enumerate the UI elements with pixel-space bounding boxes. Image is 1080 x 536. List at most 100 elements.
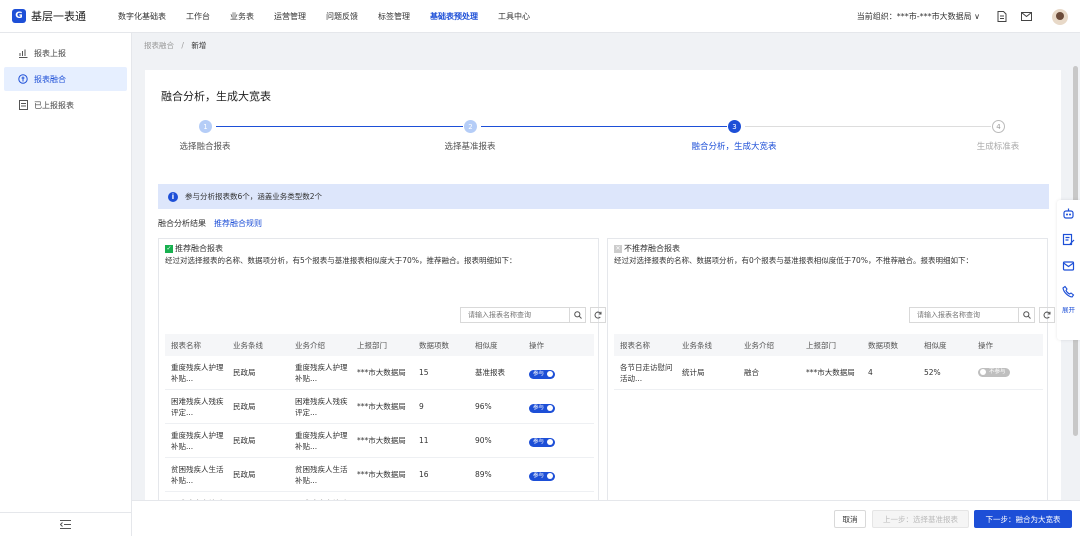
sidebar: 报表上报报表融合已上报报表 bbox=[0, 33, 132, 536]
topnav-item[interactable]: 数字化基础表 bbox=[108, 0, 176, 33]
report-name[interactable]: 重度残疾人护理补贴... bbox=[171, 362, 227, 384]
participate-toggle[interactable]: 参与 bbox=[529, 471, 556, 481]
edit-icon[interactable] bbox=[1057, 226, 1080, 252]
report-name[interactable]: 重度残疾人护理补贴... bbox=[171, 430, 227, 452]
message-icon[interactable] bbox=[1057, 252, 1080, 278]
recommend-rule-link[interactable]: 推荐融合规则 bbox=[214, 218, 262, 229]
search-icon[interactable] bbox=[1019, 307, 1035, 323]
data-item-count: 11 bbox=[419, 436, 429, 445]
report-dept: ***市大数据局 bbox=[357, 470, 406, 479]
step-number: 1 bbox=[199, 120, 212, 133]
top-bar: G 基层一表通 数字化基础表 工作台 业务表 运营管理 问题反馈 标签管理 基础表预处理 工具… bbox=[0, 0, 1080, 33]
participate-toggle[interactable]: 参与 bbox=[529, 437, 556, 447]
topnav-item[interactable]: 工具中心 bbox=[488, 0, 540, 33]
column-header: 业务条线 bbox=[682, 340, 712, 350]
column-header: 相似度 bbox=[475, 340, 498, 350]
business-line: 民政局 bbox=[233, 436, 256, 445]
report-dept: ***市大数据局 bbox=[357, 402, 406, 411]
sidebar-collapse-button[interactable] bbox=[0, 512, 131, 536]
result-row: 融合分析结果 推荐融合规则 bbox=[158, 218, 262, 229]
column-header: 报表名称 bbox=[171, 340, 201, 350]
footer-bar: 取消 上一步：选择基准报表 下一步：融合为大宽表 bbox=[132, 500, 1080, 536]
sidebar-item-label: 报表融合 bbox=[34, 74, 66, 84]
page-title: 融合分析，生成大宽表 bbox=[161, 90, 271, 103]
topnav-item[interactable]: 问题反馈 bbox=[316, 0, 368, 33]
business-intro: 困难残疾人残疾评定... bbox=[295, 396, 348, 417]
search-box bbox=[909, 307, 1055, 323]
column-header: 业务介绍 bbox=[295, 340, 325, 350]
business-intro: 贫困残疾人生活补贴... bbox=[295, 464, 348, 485]
search-input[interactable] bbox=[460, 307, 570, 323]
panel-description: 经过对选择报表的名称、数据项分析，有5个报表与基准报表相似度大于70%，推荐融合… bbox=[165, 256, 517, 265]
expand-label[interactable]: 展开 bbox=[1057, 304, 1080, 314]
sidebar-item[interactable]: 报表融合 bbox=[4, 67, 127, 91]
topnav-item[interactable]: 标签管理 bbox=[368, 0, 420, 33]
topnav-item[interactable]: 运营管理 bbox=[264, 0, 316, 33]
similarity: 90% bbox=[475, 436, 492, 445]
org-label: 当前组织：***市-***市大数据局 bbox=[856, 12, 972, 21]
report-name[interactable]: 各节日走访慰问活动... bbox=[620, 362, 676, 384]
business-line: 民政局 bbox=[233, 402, 256, 411]
report-dept: ***市大数据局 bbox=[357, 368, 406, 377]
column-header: 业务条线 bbox=[233, 340, 263, 350]
not-recommended-panel: ✕ 不推荐融合报表 经过对选择报表的名称、数据项分析，有0个报表与基准报表相似度低于… bbox=[607, 238, 1055, 500]
document-icon[interactable] bbox=[996, 11, 1008, 23]
bar-chart-icon bbox=[18, 48, 28, 58]
step-label: 选择基准报表 bbox=[444, 142, 496, 152]
participate-toggle[interactable]: 参与 bbox=[529, 403, 556, 413]
refresh-icon[interactable] bbox=[590, 307, 606, 323]
column-header: 业务介绍 bbox=[744, 340, 774, 350]
toggle-knob bbox=[980, 369, 986, 375]
table-row: 困难残疾人残疾评定... 民政局 困难残疾人残疾评定... ***市大数据局 9 96% 参… bbox=[165, 390, 594, 424]
toggle-label: 参与 bbox=[533, 438, 545, 445]
sidebar-item[interactable]: 报表上报 bbox=[4, 41, 127, 65]
document-icon bbox=[18, 100, 28, 110]
report-name[interactable]: 贫困残疾人生活补贴... bbox=[171, 464, 227, 486]
similarity: 基准报表 bbox=[475, 368, 505, 377]
data-item-count: 15 bbox=[419, 368, 429, 377]
report-name[interactable]: 困难残疾人残疾评定... bbox=[171, 396, 227, 418]
panel-title-text: 不推荐融合报表 bbox=[624, 244, 680, 253]
participate-toggle[interactable]: 不参与 bbox=[978, 367, 1010, 377]
report-dept: ***市大数据局 bbox=[357, 436, 406, 445]
steps-bar: 1 选择融合报表 2 选择基准报表 3 融合分析，生成大宽表 4 生成标准表 bbox=[145, 120, 1061, 160]
avatar[interactable] bbox=[1052, 8, 1068, 25]
prev-step-button[interactable]: 上一步：选择基准报表 bbox=[872, 510, 969, 528]
result-label: 融合分析结果 bbox=[158, 219, 206, 228]
data-item-count: 9 bbox=[419, 402, 424, 411]
recommended-panel: ✓ 推荐融合报表 经过对选择报表的名称、数据项分析，有5个报表与基准报表相似度大于7… bbox=[158, 238, 606, 526]
topnav-item[interactable]: 工作台 bbox=[176, 0, 220, 33]
breadcrumb-parent[interactable]: 报表融合 bbox=[144, 41, 174, 50]
top-nav: 数字化基础表 工作台 业务表 运营管理 问题反馈 标签管理 基础表预处理 工具中心 bbox=[108, 0, 540, 33]
data-item-count: 4 bbox=[868, 368, 873, 377]
sidebar-item[interactable]: 已上报报表 bbox=[4, 93, 127, 117]
toggle-knob bbox=[547, 473, 554, 479]
business-intro: 重度残疾人护理补贴... bbox=[295, 362, 348, 383]
topnav-item[interactable]: 业务表 bbox=[220, 0, 264, 33]
refresh-icon[interactable] bbox=[1039, 307, 1055, 323]
phone-icon[interactable] bbox=[1057, 278, 1080, 304]
cancel-button[interactable]: 取消 bbox=[834, 510, 866, 528]
robot-icon[interactable] bbox=[1057, 200, 1080, 226]
column-header: 报表名称 bbox=[620, 340, 650, 350]
app-logo[interactable]: G 基层一表通 bbox=[12, 8, 108, 24]
breadcrumb-separator: / bbox=[181, 41, 184, 50]
similarity: 96% bbox=[475, 402, 492, 411]
step-connector bbox=[216, 126, 463, 127]
floating-toolbar: 展开 bbox=[1057, 200, 1080, 340]
next-step-button[interactable]: 下一步：融合为大宽表 bbox=[974, 510, 1072, 528]
alert-text: 参与分析报表数6个，涵盖业务类型数2个 bbox=[185, 192, 323, 201]
toggle-label: 参与 bbox=[533, 472, 545, 479]
participate-toggle[interactable]: 参与 bbox=[529, 369, 556, 379]
topnav-item[interactable]: 基础表预处理 bbox=[420, 0, 488, 33]
search-input[interactable] bbox=[909, 307, 1019, 323]
similarity: 52% bbox=[924, 368, 941, 377]
toggle-knob bbox=[547, 371, 554, 377]
mail-icon[interactable] bbox=[1020, 11, 1032, 23]
step-connector bbox=[481, 126, 727, 127]
org-selector[interactable]: 当前组织：***市-***市大数据局 ∨ bbox=[857, 11, 980, 22]
logo-icon: G bbox=[12, 9, 26, 23]
table-header: 报表名称 业务条线 业务介绍 上报部门 数据项数 相似度 操作 bbox=[165, 334, 594, 356]
search-icon[interactable] bbox=[570, 307, 586, 323]
step-label: 选择融合报表 bbox=[179, 142, 231, 152]
